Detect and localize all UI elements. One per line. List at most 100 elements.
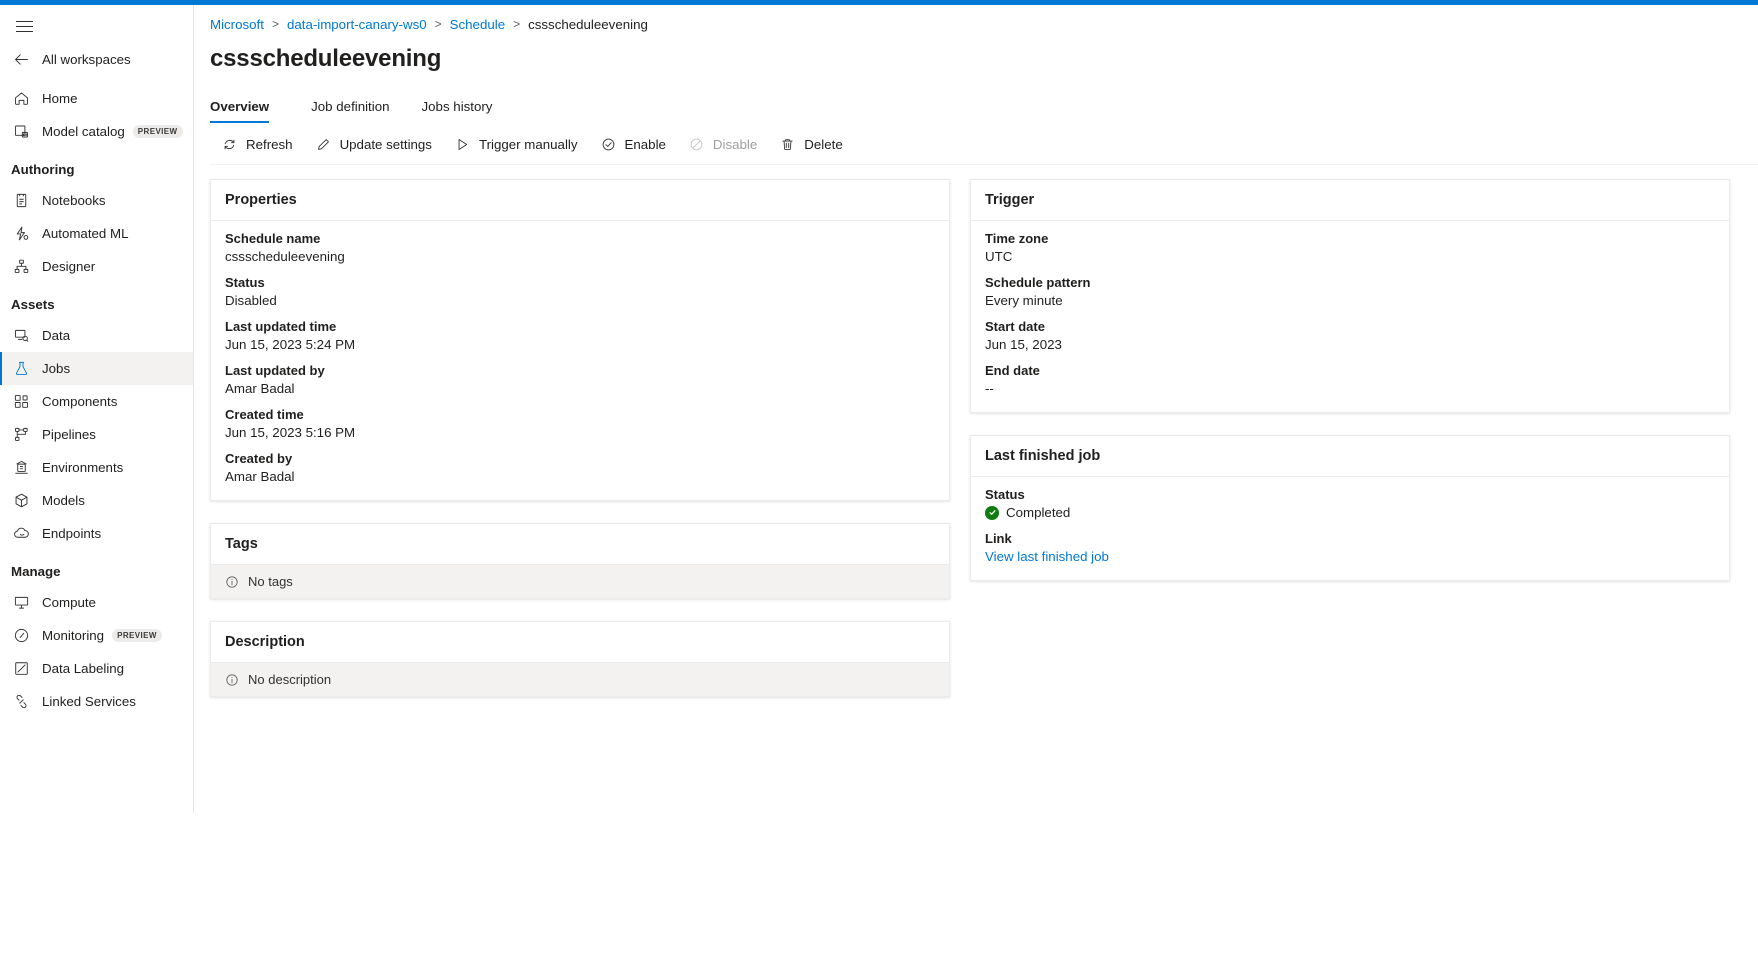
last-finished-job-card: Last finished job Status Completed: [970, 435, 1730, 581]
field-label: Start date: [985, 319, 1715, 334]
sidebar-item-label: All workspaces: [42, 53, 131, 66]
refresh-button[interactable]: Refresh: [210, 129, 304, 161]
sidebar-item-models[interactable]: Models: [0, 484, 193, 517]
sidebar-item-label: Endpoints: [42, 527, 101, 540]
view-last-finished-job-link[interactable]: View last finished job: [985, 549, 1715, 564]
card-title: Description: [211, 622, 949, 663]
sidebar-item-pipelines[interactable]: Pipelines: [0, 418, 193, 451]
field-schedule-name: Schedule name cssscheduleevening: [225, 231, 935, 264]
empty-text: No description: [248, 672, 331, 687]
field-value: Amar Badal: [225, 381, 935, 396]
breadcrumb-item-current: cssscheduleevening: [528, 17, 648, 32]
right-column: Trigger Time zone UTC Schedule pattern E…: [970, 179, 1730, 719]
sidebar-item-data[interactable]: Data: [0, 319, 193, 352]
tags-card: Tags No tags: [210, 523, 950, 599]
field-label: Last updated time: [225, 319, 935, 334]
field-time-zone: Time zone UTC: [985, 231, 1715, 264]
field-created-by: Created by Amar Badal: [225, 451, 935, 484]
sidebar-item-notebooks[interactable]: Notebooks: [0, 184, 193, 217]
sidebar-item-label: Model catalog: [42, 125, 125, 138]
components-icon: [11, 392, 31, 412]
field-last-updated-time: Last updated time Jun 15, 2023 5:24 PM: [225, 319, 935, 352]
arrow-left-icon: [11, 50, 31, 70]
trash-icon: [779, 136, 796, 153]
field-label: Created by: [225, 451, 935, 466]
trigger-manually-button[interactable]: Trigger manually: [443, 129, 589, 161]
field-label: Time zone: [985, 231, 1715, 246]
sidebar-item-label: Home: [42, 92, 77, 105]
status-text: Completed: [1006, 505, 1070, 520]
breadcrumb-item-schedule[interactable]: Schedule: [450, 17, 505, 32]
breadcrumb-item-microsoft[interactable]: Microsoft: [210, 17, 264, 32]
card-title: Properties: [211, 180, 949, 221]
button-label: Refresh: [246, 137, 293, 152]
empty-text: No tags: [248, 574, 293, 589]
sidebar-item-model-catalog[interactable]: Model catalog PREVIEW: [0, 115, 193, 148]
environments-icon: [11, 458, 31, 478]
sidebar-item-compute[interactable]: Compute: [0, 586, 193, 619]
sidebar-item-label: Automated ML: [42, 227, 128, 240]
description-card: Description No description: [210, 621, 950, 697]
sidebar-item-environments[interactable]: Environments: [0, 451, 193, 484]
sidebar-item-label: Components: [42, 395, 117, 408]
description-empty-state: No description: [211, 663, 949, 696]
sidebar-item-automated-ml[interactable]: Automated ML: [0, 217, 193, 250]
sidebar-item-jobs[interactable]: Jobs: [0, 352, 193, 385]
left-column: Properties Schedule name cssscheduleeven…: [210, 179, 950, 719]
main-content: Microsoft > data-import-canary-ws0 > Sch…: [194, 5, 1758, 813]
sidebar-item-monitoring[interactable]: Monitoring PREVIEW: [0, 619, 193, 652]
breadcrumb: Microsoft > data-import-canary-ws0 > Sch…: [194, 11, 1758, 37]
model-catalog-icon: [11, 122, 31, 142]
sidebar-item-label: Pipelines: [42, 428, 96, 441]
field-label: Status: [225, 275, 935, 290]
field-created-time: Created time Jun 15, 2023 5:16 PM: [225, 407, 935, 440]
endpoints-icon: [11, 524, 31, 544]
sidebar-item-data-labeling[interactable]: Data Labeling: [0, 652, 193, 685]
field-value: cssscheduleevening: [225, 249, 935, 264]
sidebar-item-label: Notebooks: [42, 194, 106, 207]
overview-content: Properties Schedule name cssscheduleeven…: [194, 165, 1758, 719]
delete-button[interactable]: Delete: [768, 129, 853, 161]
sidebar-section-authoring: Authoring: [0, 154, 193, 184]
tab-jobs-history[interactable]: Jobs history: [412, 90, 503, 123]
tab-job-definition[interactable]: Job definition: [301, 90, 399, 123]
field-job-link: Link View last finished job: [985, 531, 1715, 564]
field-job-status: Status Completed: [985, 487, 1715, 520]
sidebar-item-home[interactable]: Home: [0, 82, 193, 115]
tab-label: Jobs history: [422, 99, 493, 114]
sidebar-item-linked-services[interactable]: Linked Services: [0, 685, 193, 718]
sidebar-item-label: Jobs: [42, 362, 70, 375]
left-navigation: All workspaces Home Model catalog PREVIE…: [0, 5, 194, 813]
enable-button[interactable]: Enable: [589, 129, 677, 161]
field-start-date: Start date Jun 15, 2023: [985, 319, 1715, 352]
field-value: Amar Badal: [225, 469, 935, 484]
tags-empty-state: No tags: [211, 565, 949, 598]
properties-card: Properties Schedule name cssscheduleeven…: [210, 179, 950, 501]
sidebar-item-designer[interactable]: Designer: [0, 250, 193, 283]
check-circle-filled-icon: [985, 506, 999, 520]
sidebar-section-assets: Assets: [0, 289, 193, 319]
sidebar-item-components[interactable]: Components: [0, 385, 193, 418]
menu-icon[interactable]: [4, 9, 44, 43]
preview-badge: PREVIEW: [133, 125, 183, 138]
info-icon: [225, 575, 239, 589]
field-value: --: [985, 381, 1715, 396]
update-settings-button[interactable]: Update settings: [304, 129, 443, 161]
card-body: Schedule name cssscheduleevening Status …: [211, 221, 949, 500]
field-end-date: End date --: [985, 363, 1715, 396]
notebook-icon: [11, 191, 31, 211]
disable-button: Disable: [677, 129, 768, 161]
card-title: Last finished job: [971, 436, 1729, 477]
sidebar-item-endpoints[interactable]: Endpoints: [0, 517, 193, 550]
block-icon: [688, 136, 705, 153]
tab-overview[interactable]: Overview: [210, 90, 279, 123]
breadcrumb-item-workspace[interactable]: data-import-canary-ws0: [287, 17, 427, 32]
sidebar-item-all-workspaces[interactable]: All workspaces: [0, 43, 193, 76]
button-label: Trigger manually: [479, 137, 578, 152]
play-icon: [454, 136, 471, 153]
field-value: Jun 15, 2023 5:24 PM: [225, 337, 935, 352]
field-value: Every minute: [985, 293, 1715, 308]
breadcrumb-separator: >: [272, 17, 279, 31]
refresh-icon: [221, 136, 238, 153]
card-title: Trigger: [971, 180, 1729, 221]
